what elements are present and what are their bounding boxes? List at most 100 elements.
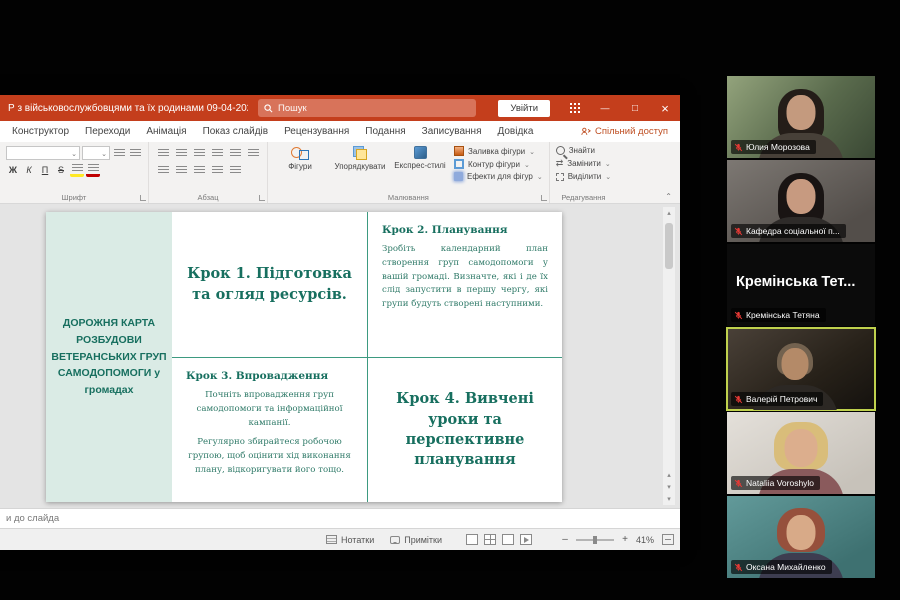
mic-muted-icon bbox=[734, 563, 743, 572]
chevron-down-icon bbox=[605, 172, 611, 181]
close-button[interactable] bbox=[650, 95, 680, 121]
collapse-ribbon-icon[interactable] bbox=[657, 190, 680, 203]
maximize-button[interactable] bbox=[620, 95, 650, 121]
notes-panel[interactable]: и до слайда bbox=[0, 508, 680, 528]
slide-step3-cell[interactable]: Крок 3. Впровадження Почніть впровадженн… bbox=[172, 357, 367, 502]
participant-tile[interactable]: Кремінська Тет... Кремінська Тетяна bbox=[727, 244, 875, 326]
scroll-down-icon[interactable] bbox=[663, 493, 675, 505]
chevron-down-icon bbox=[101, 148, 107, 158]
select-icon bbox=[556, 173, 564, 181]
slide-scrollbar[interactable] bbox=[663, 207, 675, 505]
align-left-button[interactable] bbox=[155, 163, 171, 177]
search-input[interactable] bbox=[278, 103, 470, 114]
tab-design[interactable]: Конструктор bbox=[4, 121, 77, 142]
comments-toggle-button[interactable]: Примітки bbox=[382, 535, 450, 545]
bullets-button[interactable] bbox=[155, 146, 171, 160]
columns-button[interactable] bbox=[227, 163, 243, 177]
reading-view-button[interactable] bbox=[502, 534, 514, 545]
participant-tile-active-speaker[interactable]: Валерій Петрович bbox=[727, 328, 875, 410]
dialog-launcher-icon[interactable] bbox=[541, 195, 547, 201]
dialog-launcher-icon[interactable] bbox=[259, 195, 265, 201]
zoom-out-button[interactable] bbox=[559, 534, 571, 545]
underline-button[interactable]: П bbox=[38, 163, 52, 177]
participant-name: Nataliia Voroshylo bbox=[746, 478, 814, 488]
tab-help[interactable]: Довідка bbox=[489, 121, 541, 142]
justify-icon bbox=[212, 166, 223, 175]
font-color-icon bbox=[88, 164, 99, 173]
tab-slideshow[interactable]: Показ слайдів bbox=[195, 121, 277, 142]
increase-font-size-button[interactable] bbox=[112, 146, 126, 160]
scrollbar-thumb[interactable] bbox=[665, 223, 673, 269]
scroll-up-icon[interactable] bbox=[663, 207, 675, 219]
quick-styles-button[interactable]: Експрес-стилі bbox=[394, 146, 446, 181]
italic-button[interactable]: К bbox=[22, 163, 36, 177]
bullets-icon bbox=[158, 149, 169, 158]
slide-sorter-view-button[interactable] bbox=[484, 534, 496, 545]
slide-step1-cell[interactable]: Крок 1. Підготовка та огляд ресурсів. bbox=[172, 212, 367, 357]
participant-tile[interactable]: Nataliia Voroshylo bbox=[727, 412, 875, 494]
zoom-slider[interactable] bbox=[576, 539, 614, 541]
highlight-icon bbox=[72, 164, 83, 173]
text-highlight-button[interactable] bbox=[70, 164, 84, 177]
minimize-button[interactable] bbox=[590, 95, 620, 121]
replace-button[interactable]: Замінити bbox=[556, 158, 611, 169]
shape-outline-button[interactable]: Контур фігури bbox=[454, 159, 543, 169]
participant-tile[interactable]: Юлия Морозова bbox=[727, 76, 875, 158]
shapes-button[interactable]: Фігури bbox=[274, 146, 326, 181]
search-box[interactable] bbox=[258, 99, 476, 117]
text-direction-button[interactable] bbox=[245, 146, 261, 160]
participant-tile[interactable]: Оксана Михайленко bbox=[727, 496, 875, 578]
fit-slide-to-window-button[interactable] bbox=[662, 534, 674, 545]
font-size-select[interactable] bbox=[82, 146, 110, 160]
next-slide-button[interactable] bbox=[663, 481, 675, 493]
slide-roadmap-title-box[interactable]: ДОРОЖНЯ КАРТА РОЗБУДОВИ ВЕТЕРАНСЬКИХ ГРУ… bbox=[46, 212, 172, 502]
numbering-button[interactable] bbox=[173, 146, 189, 160]
align-center-button[interactable] bbox=[173, 163, 189, 177]
normal-view-button[interactable] bbox=[466, 534, 478, 545]
zoom-slider-thumb[interactable] bbox=[593, 536, 597, 544]
numbering-icon bbox=[176, 149, 187, 158]
mic-muted-icon bbox=[734, 311, 743, 320]
select-button[interactable]: Виділити bbox=[556, 172, 611, 181]
font-color-button[interactable] bbox=[86, 164, 100, 177]
zoom-in-button[interactable] bbox=[619, 534, 631, 545]
slide-canvas[interactable]: ДОРОЖНЯ КАРТА РОЗБУДОВИ ВЕТЕРАНСЬКИХ ГРУ… bbox=[46, 212, 562, 502]
notes-icon bbox=[326, 535, 337, 544]
notes-toggle-button[interactable]: Нотатки bbox=[318, 535, 382, 545]
line-spacing-button[interactable] bbox=[227, 146, 243, 160]
tab-animations[interactable]: Анімація bbox=[138, 121, 194, 142]
apps-grid-icon[interactable] bbox=[560, 95, 590, 121]
ribbon-tabs: Конструктор Переходи Анімація Показ слай… bbox=[0, 121, 680, 142]
previous-slide-button[interactable] bbox=[663, 469, 675, 481]
shape-effects-button[interactable]: Ефекти для фігур bbox=[454, 172, 543, 181]
bold-button[interactable]: Ж bbox=[6, 163, 20, 177]
arrange-button[interactable]: Упорядкувати bbox=[334, 146, 386, 181]
participant-display-name: Кремінська Тет... bbox=[736, 274, 855, 290]
indent-increase-button[interactable] bbox=[209, 146, 225, 160]
share-button[interactable]: Спільний доступ bbox=[581, 126, 680, 137]
drawing-group: Фігури Упорядкувати Експрес-стилі Заливк… bbox=[268, 142, 550, 203]
ribbon: Ж К П S Шрифт bbox=[0, 142, 680, 204]
slide-step2-cell[interactable]: Крок 2. Планування Зробіть календарний п… bbox=[367, 212, 562, 357]
indent-decrease-button[interactable] bbox=[191, 146, 207, 160]
justify-button[interactable] bbox=[209, 163, 225, 177]
participant-tile[interactable]: Кафедра соціальної п... bbox=[727, 160, 875, 242]
font-name-select[interactable] bbox=[6, 146, 80, 160]
sign-in-button[interactable]: Увійти bbox=[498, 100, 550, 117]
slideshow-button[interactable] bbox=[520, 534, 532, 545]
decrease-font-size-button[interactable] bbox=[128, 146, 142, 160]
align-right-button[interactable] bbox=[191, 163, 207, 177]
share-label: Спільний доступ bbox=[595, 126, 668, 137]
grow-font-icon bbox=[114, 149, 125, 158]
tab-record[interactable]: Записування bbox=[414, 121, 490, 142]
dialog-launcher-icon[interactable] bbox=[140, 195, 146, 201]
find-button[interactable]: Знайти bbox=[556, 146, 611, 155]
tab-view[interactable]: Подання bbox=[357, 121, 413, 142]
strikethrough-button[interactable]: S bbox=[54, 163, 68, 177]
slide-step4-cell[interactable]: Крок 4. Вивчені уроки та перспективне пл… bbox=[367, 357, 562, 502]
columns-icon bbox=[230, 166, 241, 175]
tab-transitions[interactable]: Переходи bbox=[77, 121, 138, 142]
shape-fill-button[interactable]: Заливка фігури bbox=[454, 146, 543, 156]
tab-review[interactable]: Рецензування bbox=[276, 121, 357, 142]
participant-name: Кафедра соціальної п... bbox=[746, 226, 840, 236]
